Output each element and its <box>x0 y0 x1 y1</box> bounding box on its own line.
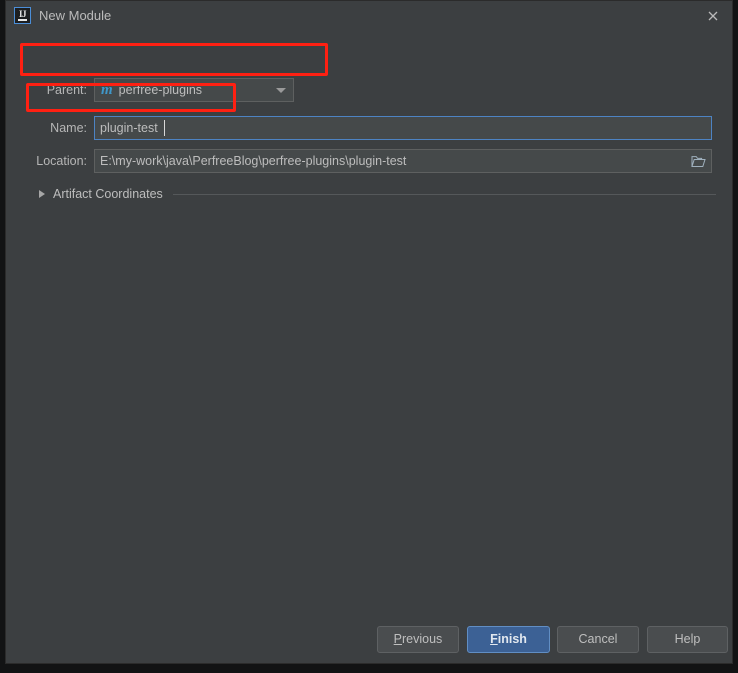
maven-module-icon: m <box>101 81 113 98</box>
intellij-idea-icon: IJ <box>14 7 31 24</box>
location-value: E:\my-work\java\PerfreeBlog\perfree-plug… <box>100 154 407 168</box>
cancel-button[interactable]: Cancel <box>557 626 639 653</box>
dialog-title: New Module <box>39 8 112 23</box>
previous-button[interactable]: Previous <box>377 626 459 653</box>
new-module-dialog: IJ New Module Parent: m perfree-plugins <box>5 0 733 664</box>
parent-combobox[interactable]: m perfree-plugins <box>94 78 294 102</box>
parent-selected-value: perfree-plugins <box>118 83 203 97</box>
folder-icon[interactable] <box>685 150 711 172</box>
artifact-coordinates-section[interactable]: Artifact Coordinates <box>6 185 734 203</box>
dialog-footer: Previous Finish Cancel Help <box>6 626 734 654</box>
name-input[interactable] <box>94 116 712 140</box>
artifact-coordinates-label: Artifact Coordinates <box>53 187 163 201</box>
name-label: Name: <box>50 121 87 135</box>
help-button[interactable]: Help <box>647 626 728 653</box>
section-divider <box>172 193 716 195</box>
close-icon[interactable] <box>703 6 723 26</box>
chevron-down-icon[interactable] <box>269 79 293 101</box>
text-caret <box>164 120 165 136</box>
parent-row-highlight <box>20 43 328 76</box>
screen: IJ New Module Parent: m perfree-plugins <box>0 0 738 673</box>
location-field[interactable]: E:\my-work\java\PerfreeBlog\perfree-plug… <box>94 149 712 173</box>
parent-label: Parent: <box>46 83 87 97</box>
location-label: Location: <box>36 154 87 168</box>
dialog-titlebar: IJ New Module <box>6 1 732 31</box>
triangle-right-icon[interactable] <box>39 190 45 198</box>
finish-button[interactable]: Finish <box>467 626 550 653</box>
